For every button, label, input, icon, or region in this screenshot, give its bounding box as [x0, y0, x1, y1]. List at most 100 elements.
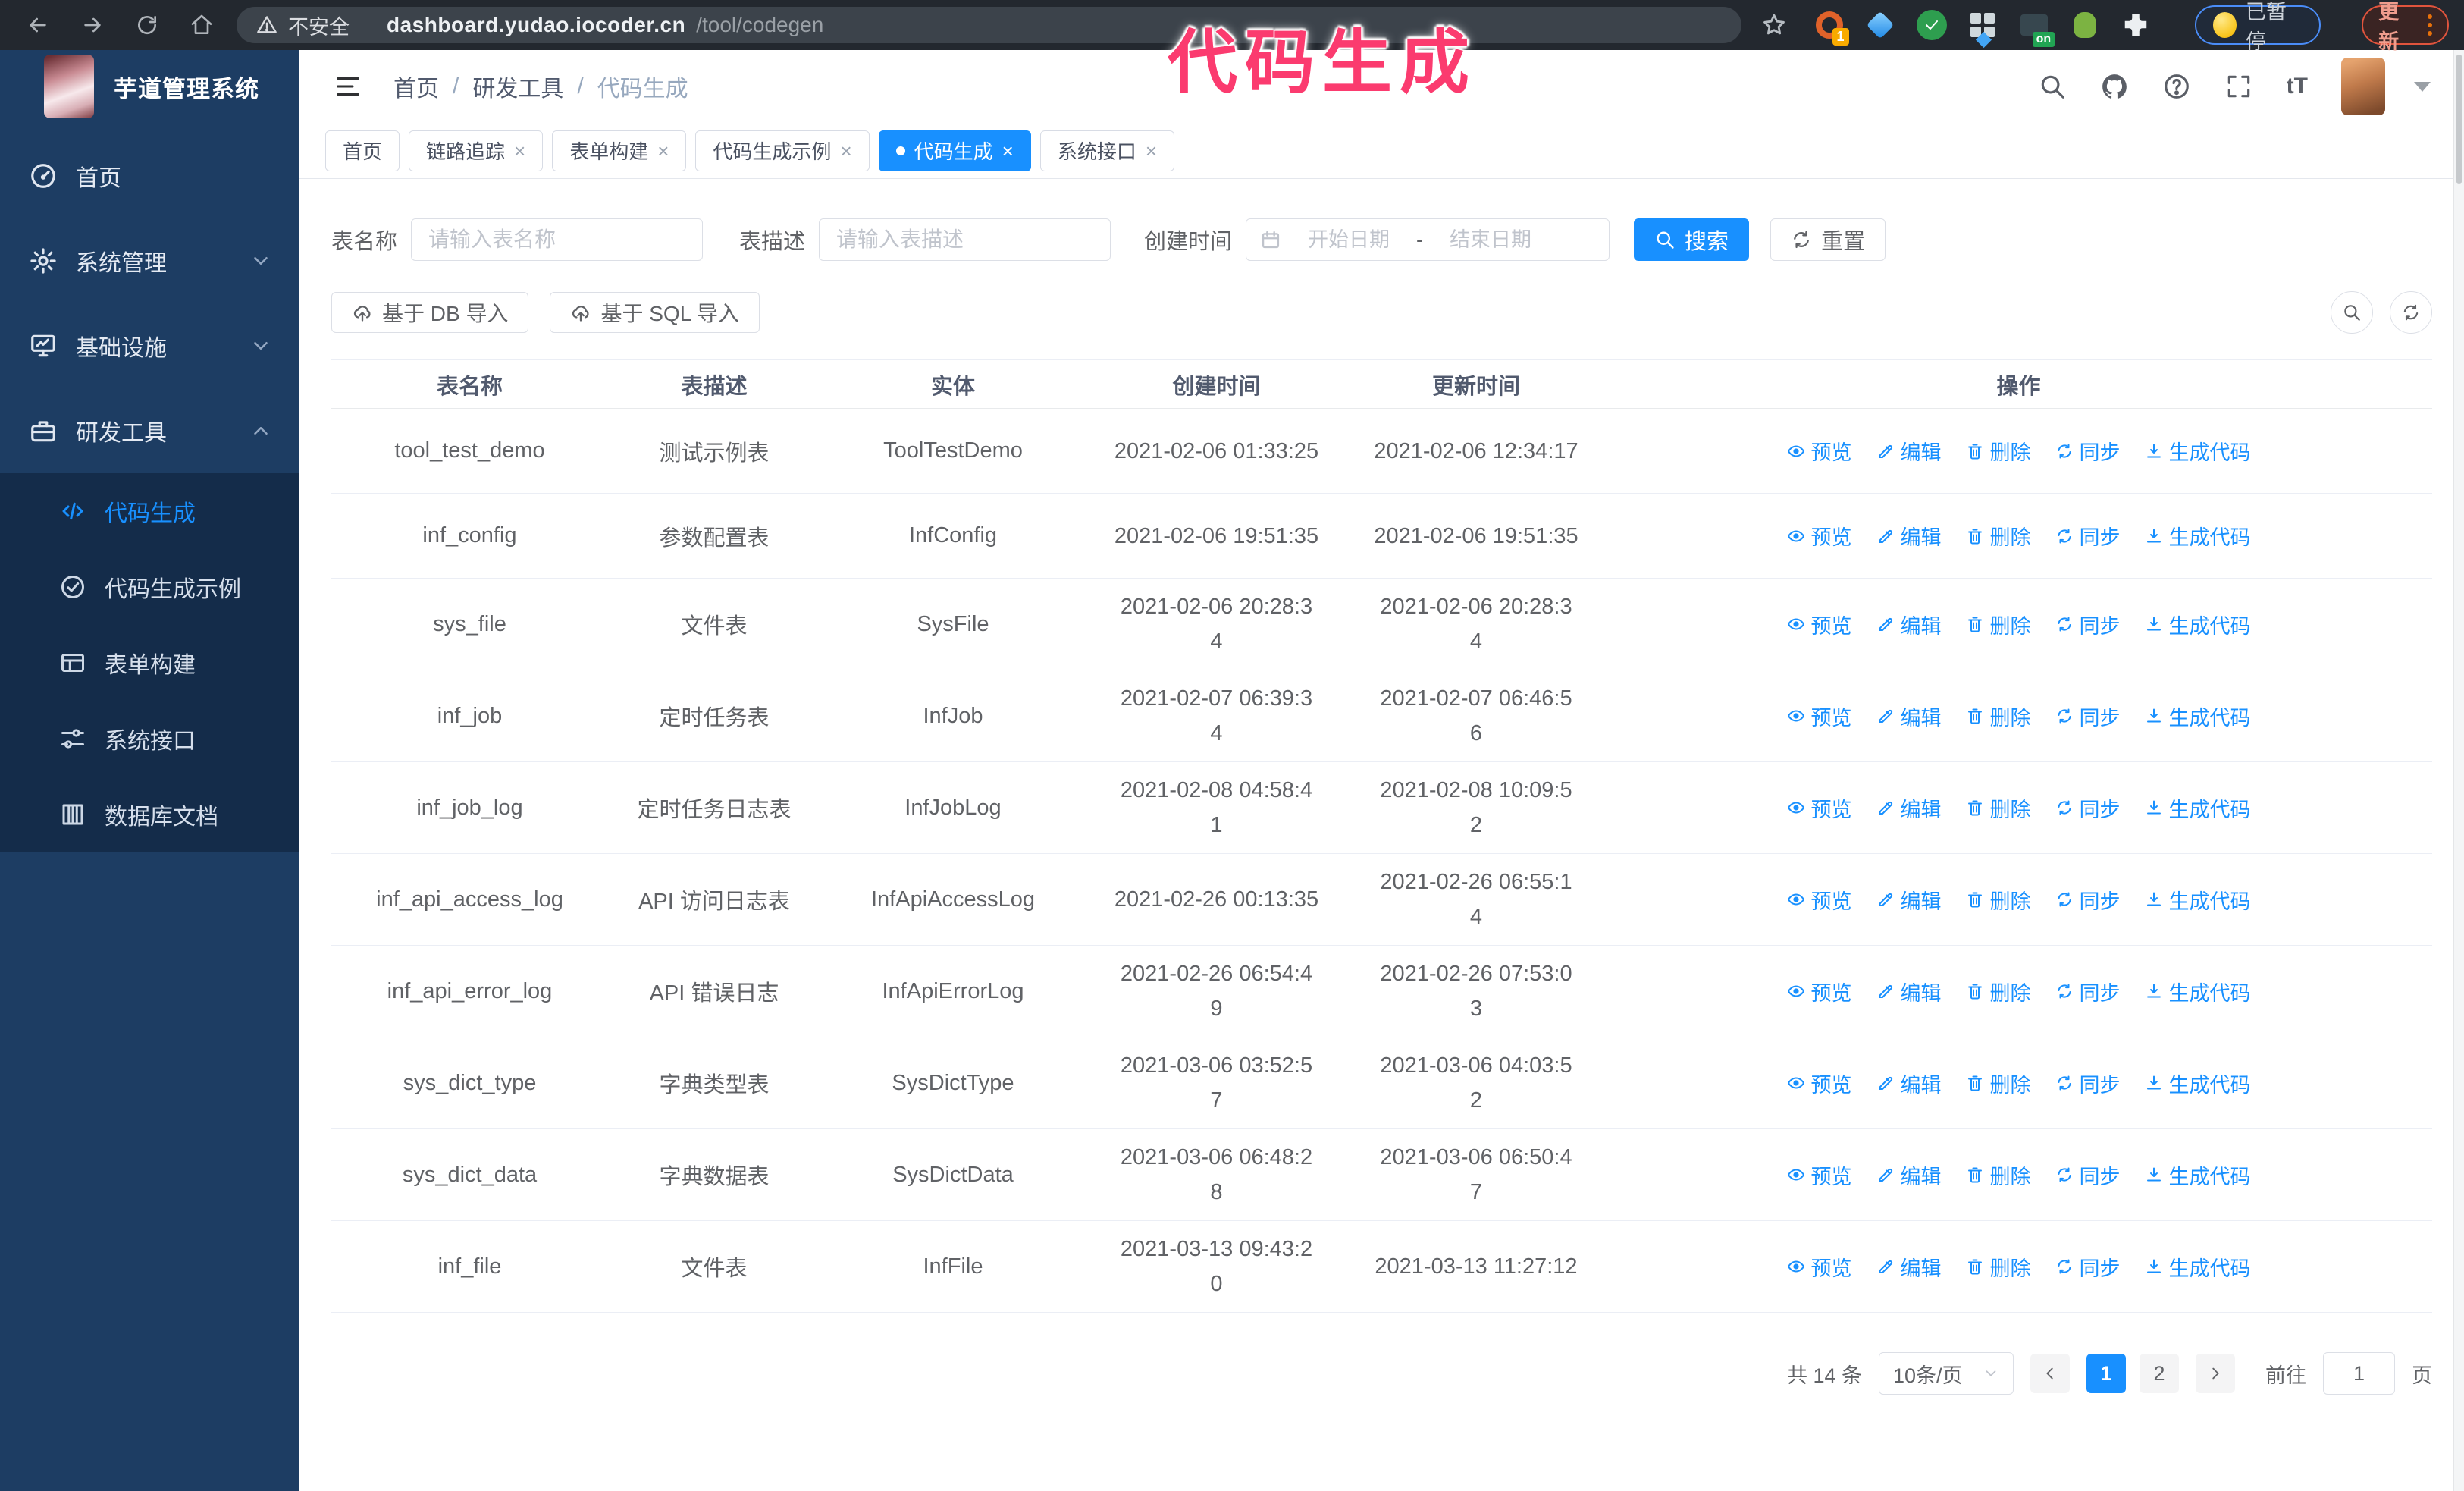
edit-action-link[interactable]: 编辑: [1876, 436, 1942, 466]
sync-action-link[interactable]: 同步: [2055, 1069, 2121, 1098]
browser-update-button[interactable]: 更新: [2362, 1, 2450, 53]
reset-button[interactable]: 重置: [1770, 218, 1886, 261]
extension-dark-icon[interactable]: on: [2019, 9, 2055, 47]
generate-code-action-link[interactable]: 生成代码: [2145, 1252, 2251, 1282]
preview-action-link[interactable]: 预览: [1787, 793, 1852, 823]
address-bar[interactable]: 不安全 dashboard.yudao.iocoder.cn/tool/code…: [237, 7, 1742, 43]
delete-action-link[interactable]: 删除: [1966, 793, 2031, 823]
import-db-button[interactable]: 基于 DB 导入: [331, 292, 529, 333]
edit-action-link[interactable]: 编辑: [1876, 885, 1942, 915]
table-row[interactable]: inf_job_log 定时任务日志表 InfJobLog 2021-02-08…: [331, 762, 2432, 854]
preview-action-link[interactable]: 预览: [1787, 436, 1852, 466]
table-row[interactable]: inf_api_access_log API 访问日志表 InfApiAcces…: [331, 854, 2432, 946]
font-size-icon[interactable]: tT: [2287, 74, 2308, 99]
extension-gem-icon[interactable]: [1866, 9, 1895, 41]
page-tab[interactable]: 表单构建 ×: [552, 130, 687, 171]
close-tab-icon[interactable]: ×: [1146, 141, 1157, 161]
refresh-table-button[interactable]: [2390, 291, 2432, 334]
generate-code-action-link[interactable]: 生成代码: [2145, 793, 2251, 823]
back-icon[interactable]: [26, 13, 50, 37]
generate-code-action-link[interactable]: 生成代码: [2145, 702, 2251, 731]
delete-action-link[interactable]: 删除: [1966, 1160, 2031, 1190]
sidebar-submenu-item[interactable]: 数据库文档: [0, 777, 299, 852]
table-row[interactable]: sys_file 文件表 SysFile 2021-02-06 20:28:3 …: [331, 579, 2432, 670]
forward-icon[interactable]: [80, 13, 105, 37]
help-icon[interactable]: [2162, 72, 2191, 101]
table-row[interactable]: inf_job 定时任务表 InfJob 2021-02-07 06:39:3 …: [331, 670, 2432, 762]
sync-action-link[interactable]: 同步: [2055, 702, 2121, 731]
page-size-select[interactable]: 10条/页: [1879, 1352, 2014, 1395]
table-row[interactable]: inf_file 文件表 InfFile 2021-03-13 09:43:2 …: [331, 1221, 2432, 1313]
reload-icon[interactable]: [135, 13, 159, 37]
close-tab-icon[interactable]: ×: [514, 141, 525, 161]
generate-code-action-link[interactable]: 生成代码: [2145, 885, 2251, 915]
generate-code-action-link[interactable]: 生成代码: [2145, 436, 2251, 466]
edit-action-link[interactable]: 编辑: [1876, 793, 1942, 823]
generate-code-action-link[interactable]: 生成代码: [2145, 1160, 2251, 1190]
generate-code-action-link[interactable]: 生成代码: [2145, 977, 2251, 1006]
date-range-picker[interactable]: -: [1246, 218, 1610, 261]
delete-action-link[interactable]: 删除: [1966, 1252, 2031, 1282]
table-row[interactable]: inf_api_error_log API 错误日志 InfApiErrorLo…: [331, 946, 2432, 1037]
generate-code-action-link[interactable]: 生成代码: [2145, 521, 2251, 551]
table-row[interactable]: sys_dict_type 字典类型表 SysDictType 2021-03-…: [331, 1037, 2432, 1129]
close-tab-icon[interactable]: ×: [657, 141, 669, 161]
sync-action-link[interactable]: 同步: [2055, 1160, 2121, 1190]
avatar[interactable]: [2341, 58, 2385, 115]
preview-action-link[interactable]: 预览: [1787, 1252, 1852, 1282]
edit-action-link[interactable]: 编辑: [1876, 1069, 1942, 1098]
sidebar-menu-item[interactable]: 研发工具: [0, 388, 299, 473]
preview-action-link[interactable]: 预览: [1787, 521, 1852, 551]
sidebar-menu-item[interactable]: 基础设施: [0, 303, 299, 388]
extension-puzzle-icon[interactable]: [2121, 9, 2150, 41]
prev-page-button[interactable]: [2030, 1354, 2070, 1393]
delete-action-link[interactable]: 删除: [1966, 521, 2031, 551]
delete-action-link[interactable]: 删除: [1966, 702, 2031, 731]
delete-action-link[interactable]: 删除: [1966, 610, 2031, 639]
page-scrollbar[interactable]: [2453, 50, 2464, 1491]
delete-action-link[interactable]: 删除: [1966, 885, 2031, 915]
preview-action-link[interactable]: 预览: [1787, 610, 1852, 639]
delete-action-link[interactable]: 删除: [1966, 977, 2031, 1006]
next-page-button[interactable]: [2196, 1354, 2235, 1393]
preview-action-link[interactable]: 预览: [1787, 702, 1852, 731]
extension-green-icon[interactable]: [2070, 9, 2099, 41]
generate-code-action-link[interactable]: 生成代码: [2145, 1069, 2251, 1098]
page-tab[interactable]: 首页 ×: [325, 130, 400, 171]
close-tab-icon[interactable]: ×: [1002, 141, 1014, 161]
breadcrumb-home[interactable]: 首页: [393, 70, 439, 103]
delete-action-link[interactable]: 删除: [1966, 1069, 2031, 1098]
generate-code-action-link[interactable]: 生成代码: [2145, 610, 2251, 639]
delete-action-link[interactable]: 删除: [1966, 436, 2031, 466]
edit-action-link[interactable]: 编辑: [1876, 1252, 1942, 1282]
sidebar-toggle-button[interactable]: [333, 73, 363, 100]
page-tab[interactable]: 代码生成 ×: [878, 130, 1031, 171]
profile-paused-badge[interactable]: 已暂停: [2194, 1, 2321, 53]
edit-action-link[interactable]: 编辑: [1876, 521, 1942, 551]
search-icon[interactable]: [2038, 72, 2067, 101]
sidebar-menu-item[interactable]: 系统管理: [0, 218, 299, 303]
page-tab[interactable]: 代码生成示例 ×: [695, 130, 870, 171]
home-icon[interactable]: [190, 13, 214, 37]
edit-action-link[interactable]: 编辑: [1876, 1160, 1942, 1190]
import-sql-button[interactable]: 基于 SQL 导入: [550, 292, 760, 333]
github-icon[interactable]: [2100, 72, 2129, 101]
edit-action-link[interactable]: 编辑: [1876, 702, 1942, 731]
sidebar-submenu-item[interactable]: 系统接口: [0, 701, 299, 777]
preview-action-link[interactable]: 预览: [1787, 885, 1852, 915]
bookmark-star-icon[interactable]: [1761, 12, 1787, 38]
sync-action-link[interactable]: 同步: [2055, 977, 2121, 1006]
toggle-search-button[interactable]: [2331, 291, 2373, 334]
table-desc-input[interactable]: [819, 218, 1111, 261]
fullscreen-icon[interactable]: [2224, 72, 2253, 101]
table-row[interactable]: sys_dict_data 字典数据表 SysDictData 2021-03-…: [331, 1129, 2432, 1221]
extension-grid-icon[interactable]: [1968, 9, 1998, 49]
edit-action-link[interactable]: 编辑: [1876, 977, 1942, 1006]
preview-action-link[interactable]: 预览: [1787, 1069, 1852, 1098]
sync-action-link[interactable]: 同步: [2055, 885, 2121, 915]
start-date-input[interactable]: [1292, 228, 1406, 252]
table-row[interactable]: tool_test_demo 测试示例表 ToolTestDemo 2021-0…: [331, 409, 2432, 494]
edit-action-link[interactable]: 编辑: [1876, 610, 1942, 639]
table-name-input[interactable]: [411, 218, 704, 261]
page-tab[interactable]: 系统接口 ×: [1039, 130, 1175, 171]
